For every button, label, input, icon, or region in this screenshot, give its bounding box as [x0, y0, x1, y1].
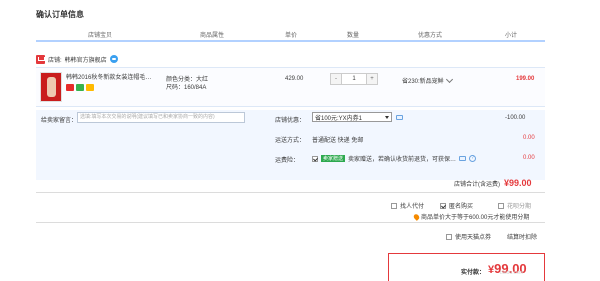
header-divider: [36, 40, 545, 42]
insurance-checkbox[interactable]: [312, 155, 318, 162]
options-panel: [264, 110, 545, 180]
quantity-increase-button[interactable]: +: [367, 74, 377, 84]
watermark: baidu.com: [500, 270, 524, 276]
anonymous-option[interactable]: 匿名购买: [440, 201, 473, 210]
column-header-price: 单价: [285, 33, 298, 39]
quantity-stepper: - 1 +: [330, 73, 378, 85]
comment-icon[interactable]: [459, 156, 467, 161]
proxy-pay-label: 找人代付: [400, 204, 425, 210]
shop-total-value: ¥99.00: [504, 178, 532, 188]
insurance-label: 运费险：: [275, 158, 300, 164]
item-size-attribute: 尺码：160/84A: [166, 85, 207, 91]
anonymous-checkbox[interactable]: [440, 202, 446, 209]
installment-checkbox[interactable]: [498, 202, 504, 209]
badge-icon: [66, 84, 74, 91]
page-title: 确认订单信息: [36, 10, 84, 19]
comment-icon[interactable]: [396, 115, 403, 120]
shipping-label: 运送方式：: [275, 138, 306, 144]
coupon-label: 店铺优惠：: [275, 118, 306, 124]
chevron-down-icon: [445, 75, 453, 83]
shop-total-label: 店铺合计(含运费): [454, 182, 500, 188]
points-option[interactable]: 使用天猫点券: [446, 232, 491, 241]
coupon-amount: -100.00: [505, 115, 526, 121]
points-checkbox[interactable]: [446, 233, 452, 240]
payment-label: 实付款：: [461, 270, 486, 276]
shipping-method: 普通配送 快递 免邮: [312, 138, 364, 144]
column-header-subtotal: 小计: [505, 33, 518, 39]
insurance-amount: 0.00: [523, 155, 535, 161]
location-pin-icon: [412, 212, 421, 221]
quantity-decrease-button[interactable]: -: [331, 74, 341, 84]
shipping-amount: 0.00: [523, 135, 535, 141]
installment-note-text: 商品单价大于等于600.00元才能使用分期: [421, 215, 530, 221]
item-subtotal: 199.00: [516, 76, 535, 82]
installment-label: 花呗分期: [507, 204, 532, 210]
points-deduct-link[interactable]: 结算时扣除: [507, 232, 537, 241]
column-header-item: 店铺宝贝: [88, 33, 113, 39]
divider: [36, 192, 545, 193]
divider: [36, 222, 545, 223]
promotion-text: 省230:新品宠鲜: [402, 79, 444, 85]
chat-icon[interactable]: [109, 55, 118, 63]
badge-icon: [86, 84, 94, 91]
points-label: 使用天猫点券: [455, 235, 492, 241]
insurance-description: 卖家赠送，若确认收货前退货，可获保…: [348, 157, 457, 163]
installment-note: 商品单价大于等于600.00元才能使用分期: [412, 212, 530, 221]
column-header-quantity: 数量: [347, 33, 360, 39]
proxy-pay-option[interactable]: 找人代付: [391, 201, 424, 210]
shop-label: 店铺:: [48, 57, 62, 64]
dropdown-arrow-icon: [385, 115, 389, 119]
item-title-link[interactable]: 韩韩2016秋冬新款女装连帽毛…: [66, 72, 158, 81]
item-badges: [66, 84, 94, 91]
anonymous-label: 匿名购买: [449, 204, 474, 210]
installment-option[interactable]: 花呗分期: [498, 201, 531, 210]
shop-icon: [36, 54, 45, 64]
column-header-attributes: 商品属性: [200, 33, 225, 39]
item-price: 429.00: [285, 76, 304, 82]
shop-name-link[interactable]: 韩韩官方旗舰店: [65, 55, 107, 64]
message-input[interactable]: 选填:填写本次交易的说明(建议填写已和卖家协商一致的内容): [77, 112, 245, 123]
promotion-selector[interactable]: 省230:新品宠鲜: [402, 75, 453, 85]
insurance-row: 卖家赠送 卖家赠送，若确认收货前退货，可获保… ?: [312, 154, 477, 163]
coupon-selected-value: 省100元:YX内券1: [315, 115, 363, 122]
column-header-promotion: 优惠方式: [418, 33, 443, 39]
proxy-pay-checkbox[interactable]: [391, 202, 397, 209]
insurance-tag: 卖家赠送: [321, 155, 346, 162]
shop-total-row: 店铺合计(含运费) ¥99.00: [454, 178, 532, 188]
quantity-input[interactable]: 1: [341, 74, 367, 84]
message-label: 给卖家留言：: [41, 118, 78, 124]
coupon-select[interactable]: 省100元:YX内券1: [312, 112, 392, 122]
item-thumbnail[interactable]: [40, 72, 62, 102]
badge-icon: [76, 84, 84, 91]
help-icon[interactable]: ?: [469, 155, 477, 162]
shop-row: 店铺: 韩韩官方旗舰店: [36, 53, 118, 65]
